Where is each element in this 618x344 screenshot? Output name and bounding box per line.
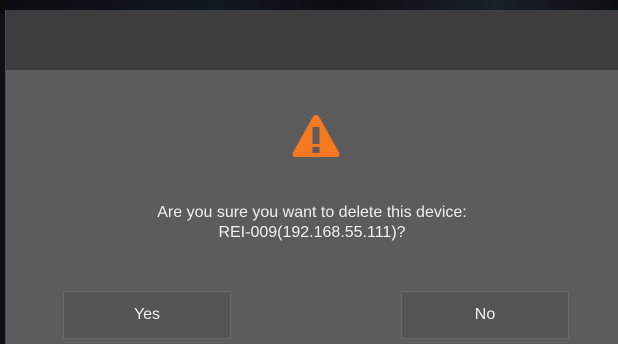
- warning-triangle-icon: [291, 113, 341, 159]
- yes-button[interactable]: Yes: [63, 291, 231, 339]
- dialog-titlebar: [6, 10, 618, 70]
- confirm-message-line1: Are you sure you want to delete this dev…: [157, 204, 467, 221]
- app-root: Are you sure you want to delete this dev…: [0, 0, 618, 344]
- confirm-message-device: REI-009(192.168.55.111)?: [218, 224, 406, 241]
- delete-device-dialog: Are you sure you want to delete this dev…: [5, 10, 618, 344]
- no-button[interactable]: No: [401, 291, 569, 339]
